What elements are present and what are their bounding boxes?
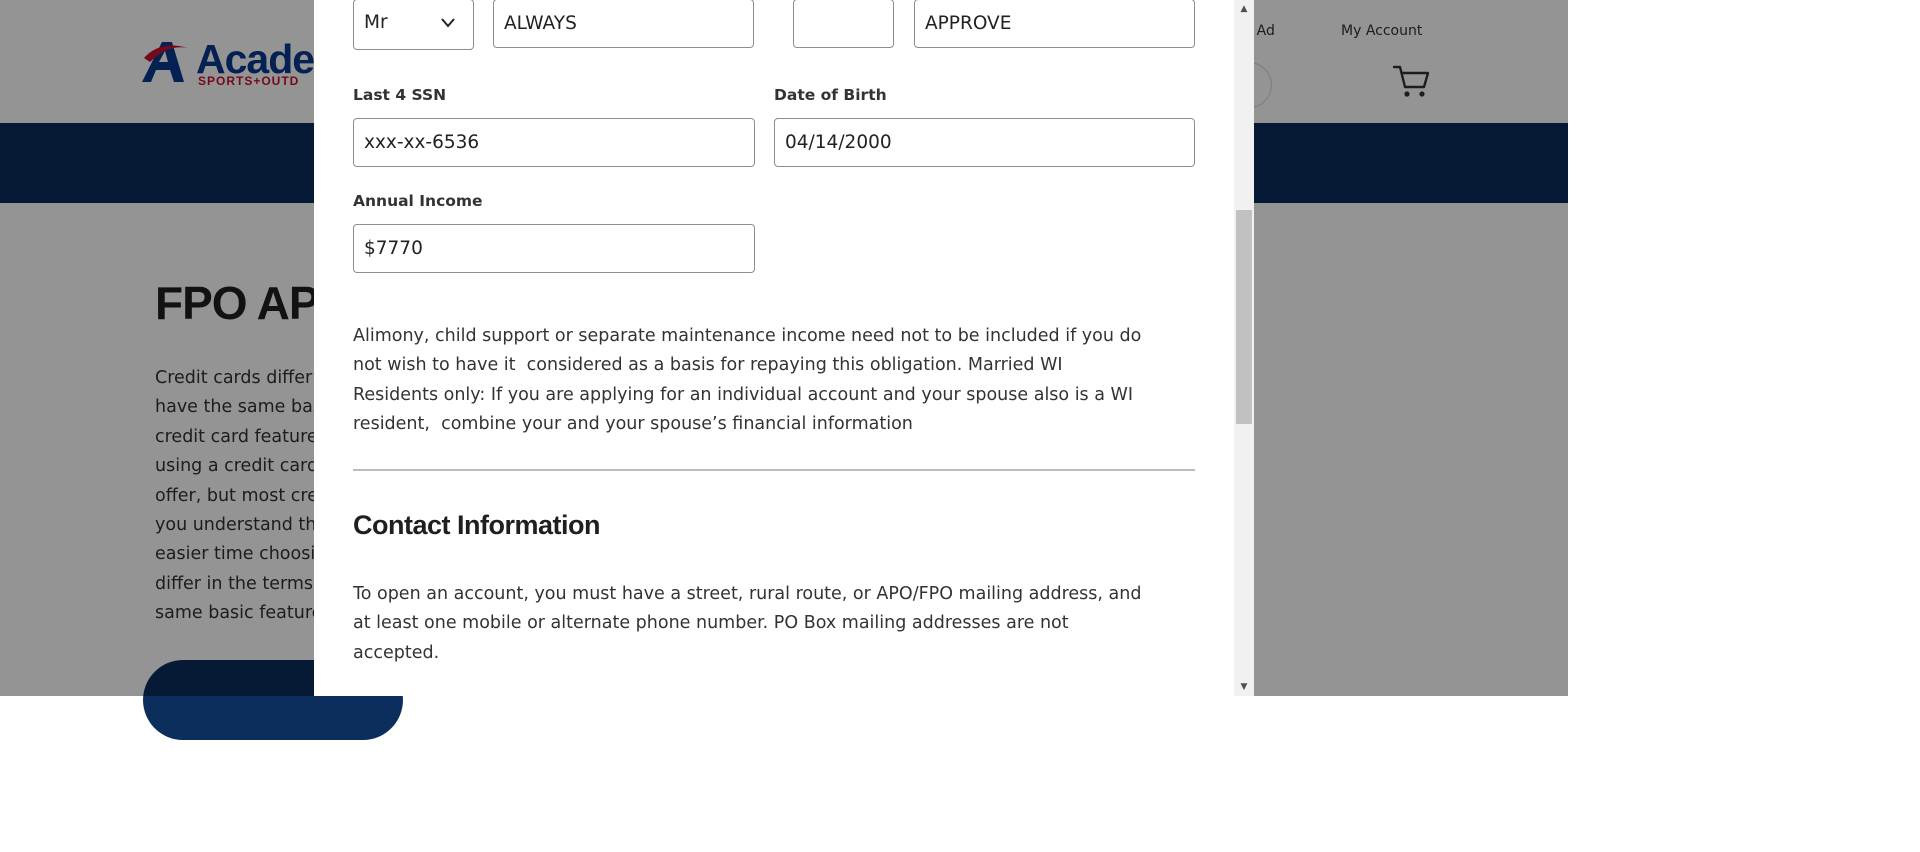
income-label: Annual Income bbox=[353, 192, 483, 210]
last-name-field[interactable]: APPROVE bbox=[914, 0, 1195, 48]
contact-line: at least one mobile or alternate phone n… bbox=[353, 613, 1069, 634]
ssn-label: Last 4 SSN bbox=[353, 86, 447, 104]
ssn-value: xxx-xx-6536 bbox=[364, 132, 480, 153]
chevron-down-icon bbox=[441, 18, 455, 28]
dob-label: Date of Birth bbox=[774, 86, 887, 104]
contact-line: accepted. bbox=[353, 642, 440, 663]
disclaimer-line: Residents only: If you are applying for … bbox=[353, 384, 1133, 405]
scroll-thumb[interactable] bbox=[1236, 210, 1252, 424]
income-value: $7770 bbox=[364, 238, 423, 259]
section-divider bbox=[353, 469, 1195, 471]
annual-income-field[interactable]: $7770 bbox=[353, 224, 755, 273]
salutation-value: Mr bbox=[364, 12, 388, 33]
disclaimer-line: not wish to have it considered as a basi… bbox=[353, 355, 1063, 376]
contact-information-heading: Contact Information bbox=[353, 510, 601, 540]
disclaimer-line: resident, combine your and your spouse’s… bbox=[353, 414, 913, 435]
scroll-down-arrow[interactable]: ▼ bbox=[1234, 678, 1254, 696]
last-name-value: APPROVE bbox=[925, 13, 1012, 34]
ssn-field[interactable]: xxx-xx-6536 bbox=[353, 118, 755, 167]
application-modal: Mr ALWAYS APPROVE Last 4 SSN xxx-xx-6536… bbox=[314, 0, 1254, 696]
contact-instructions: To open an account, you must have a stre… bbox=[353, 580, 1199, 668]
contact-line: To open an account, you must have a stre… bbox=[353, 584, 1142, 604]
dob-value: 04/14/2000 bbox=[785, 132, 892, 153]
scroll-up-arrow[interactable]: ▲ bbox=[1234, 0, 1254, 18]
first-name-field[interactable]: ALWAYS bbox=[493, 0, 754, 48]
dob-field[interactable]: 04/14/2000 bbox=[774, 118, 1195, 167]
disclaimer-line: Alimony, child support or separate maint… bbox=[353, 326, 1142, 346]
first-name-value: ALWAYS bbox=[504, 13, 577, 34]
middle-initial-field[interactable] bbox=[793, 0, 894, 48]
salutation-select[interactable]: Mr bbox=[353, 0, 474, 50]
modal-scrollbar[interactable]: ▲ ▼ bbox=[1234, 0, 1254, 696]
income-disclaimer: Alimony, child support or separate maint… bbox=[353, 322, 1199, 440]
